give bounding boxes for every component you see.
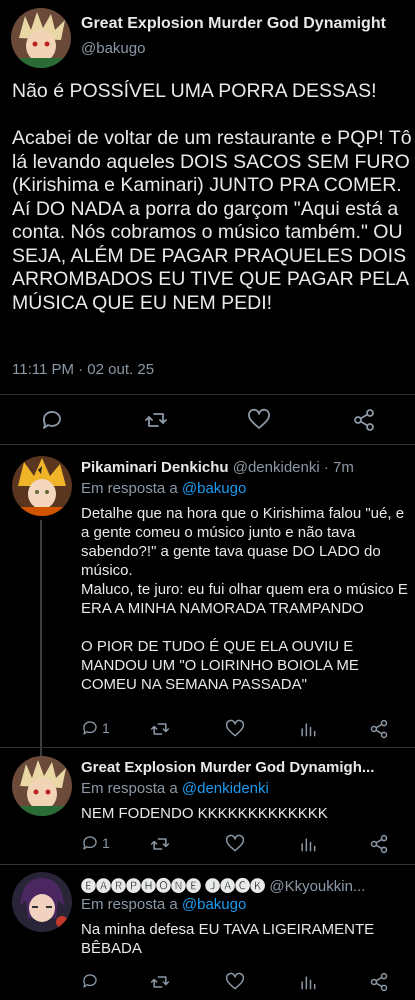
reply-text: Na minha defesa EU TAVA LIGEIRAMENTE BÊB…	[81, 921, 379, 957]
display-name[interactable]: Great Explosion Murder God Dynamight	[81, 15, 386, 33]
reply-text: Detalhe que na hora que o Kirishima falo…	[81, 505, 408, 693]
reply-header[interactable]: 🅔🅐🅡🅟🅗🅞🅝🅔 🅙🅐🅒🅚 @Kkyoukkin...	[81, 875, 411, 896]
like-icon[interactable]	[225, 719, 245, 739]
avatar[interactable]	[12, 756, 72, 816]
tweet-timestamp[interactable]: 11:11 PM · 02 out. 25	[12, 361, 154, 378]
retweet-icon[interactable]	[150, 719, 170, 739]
retweet-icon[interactable]	[144, 408, 168, 432]
divider	[0, 747, 415, 748]
reply-icon[interactable]	[40, 408, 64, 432]
share-icon[interactable]	[352, 408, 376, 432]
in-reply-prefix: Em resposta a	[81, 780, 178, 797]
analytics-icon[interactable]	[298, 719, 318, 739]
avatar[interactable]	[12, 456, 72, 516]
handle[interactable]: @bakugo	[81, 40, 145, 57]
reply-count: 1	[102, 835, 110, 851]
like-icon[interactable]	[225, 972, 245, 992]
mention-link[interactable]: @denkidenki	[182, 780, 269, 797]
avatar[interactable]	[12, 872, 72, 932]
in-reply-prefix: Em resposta a	[81, 896, 178, 913]
share-icon[interactable]	[369, 719, 389, 739]
reply-button[interactable]: 1	[81, 719, 110, 737]
reply-icon[interactable]	[81, 972, 99, 990]
reply-header[interactable]: Pikaminari Denkichu @denkidenki · 7m	[81, 459, 411, 476]
divider	[0, 444, 415, 445]
handle[interactable]: @Kkyoukkin...	[269, 878, 365, 895]
display-name[interactable]: Pikaminari Denkichu	[81, 459, 229, 476]
display-name[interactable]: Great Explosion Murder God Dynamigh...	[81, 759, 374, 776]
tweet-actions	[0, 400, 415, 440]
like-icon[interactable]	[247, 408, 271, 432]
in-reply-to: Em resposta a @bakugo	[81, 896, 246, 913]
retweet-icon[interactable]	[150, 834, 170, 854]
reply-text: NEM FODENDO KKKKKKKKKKKKK	[81, 805, 328, 822]
in-reply-to: Em resposta a @bakugo	[81, 480, 246, 497]
reply-button[interactable]: 1	[81, 834, 110, 852]
like-icon[interactable]	[225, 834, 245, 854]
mention-link[interactable]: @bakugo	[182, 896, 246, 913]
share-icon[interactable]	[369, 972, 389, 992]
tweet-text: Não é POSSÍVEL UMA PORRA DESSAS! Acabei …	[12, 80, 412, 314]
reply-icon	[83, 721, 97, 735]
reply-tweet: Pikaminari Denkichu @denkidenki · 7m Em …	[0, 450, 415, 810]
display-name[interactable]: 🅔🅐🅡🅟🅗🅞🅝🅔 🅙🅐🅒🅚	[81, 878, 265, 895]
mention-link[interactable]: @bakugo	[182, 480, 246, 497]
divider	[0, 864, 415, 865]
reply-tweet: Great Explosion Murder God Dynamigh... E…	[0, 750, 415, 860]
in-reply-to: Em resposta a @denkidenki	[81, 780, 269, 797]
handle[interactable]: @denkidenki · 7m	[233, 459, 354, 476]
reply-count: 1	[102, 720, 110, 736]
in-reply-prefix: Em resposta a	[81, 480, 178, 497]
reply-tweet: 🅔🅐🅡🅟🅗🅞🅝🅔 🅙🅐🅒🅚 @Kkyoukkin... Em resposta …	[0, 866, 415, 1000]
avatar[interactable]	[11, 8, 71, 68]
reply-icon	[83, 836, 97, 850]
analytics-icon[interactable]	[298, 972, 318, 992]
main-tweet: Great Explosion Murder God Dynamight @ba…	[0, 0, 415, 445]
reply-header[interactable]: Great Explosion Murder God Dynamigh...	[81, 759, 411, 776]
divider	[0, 394, 415, 395]
retweet-icon[interactable]	[150, 972, 170, 992]
analytics-icon[interactable]	[298, 834, 318, 854]
share-icon[interactable]	[369, 834, 389, 854]
